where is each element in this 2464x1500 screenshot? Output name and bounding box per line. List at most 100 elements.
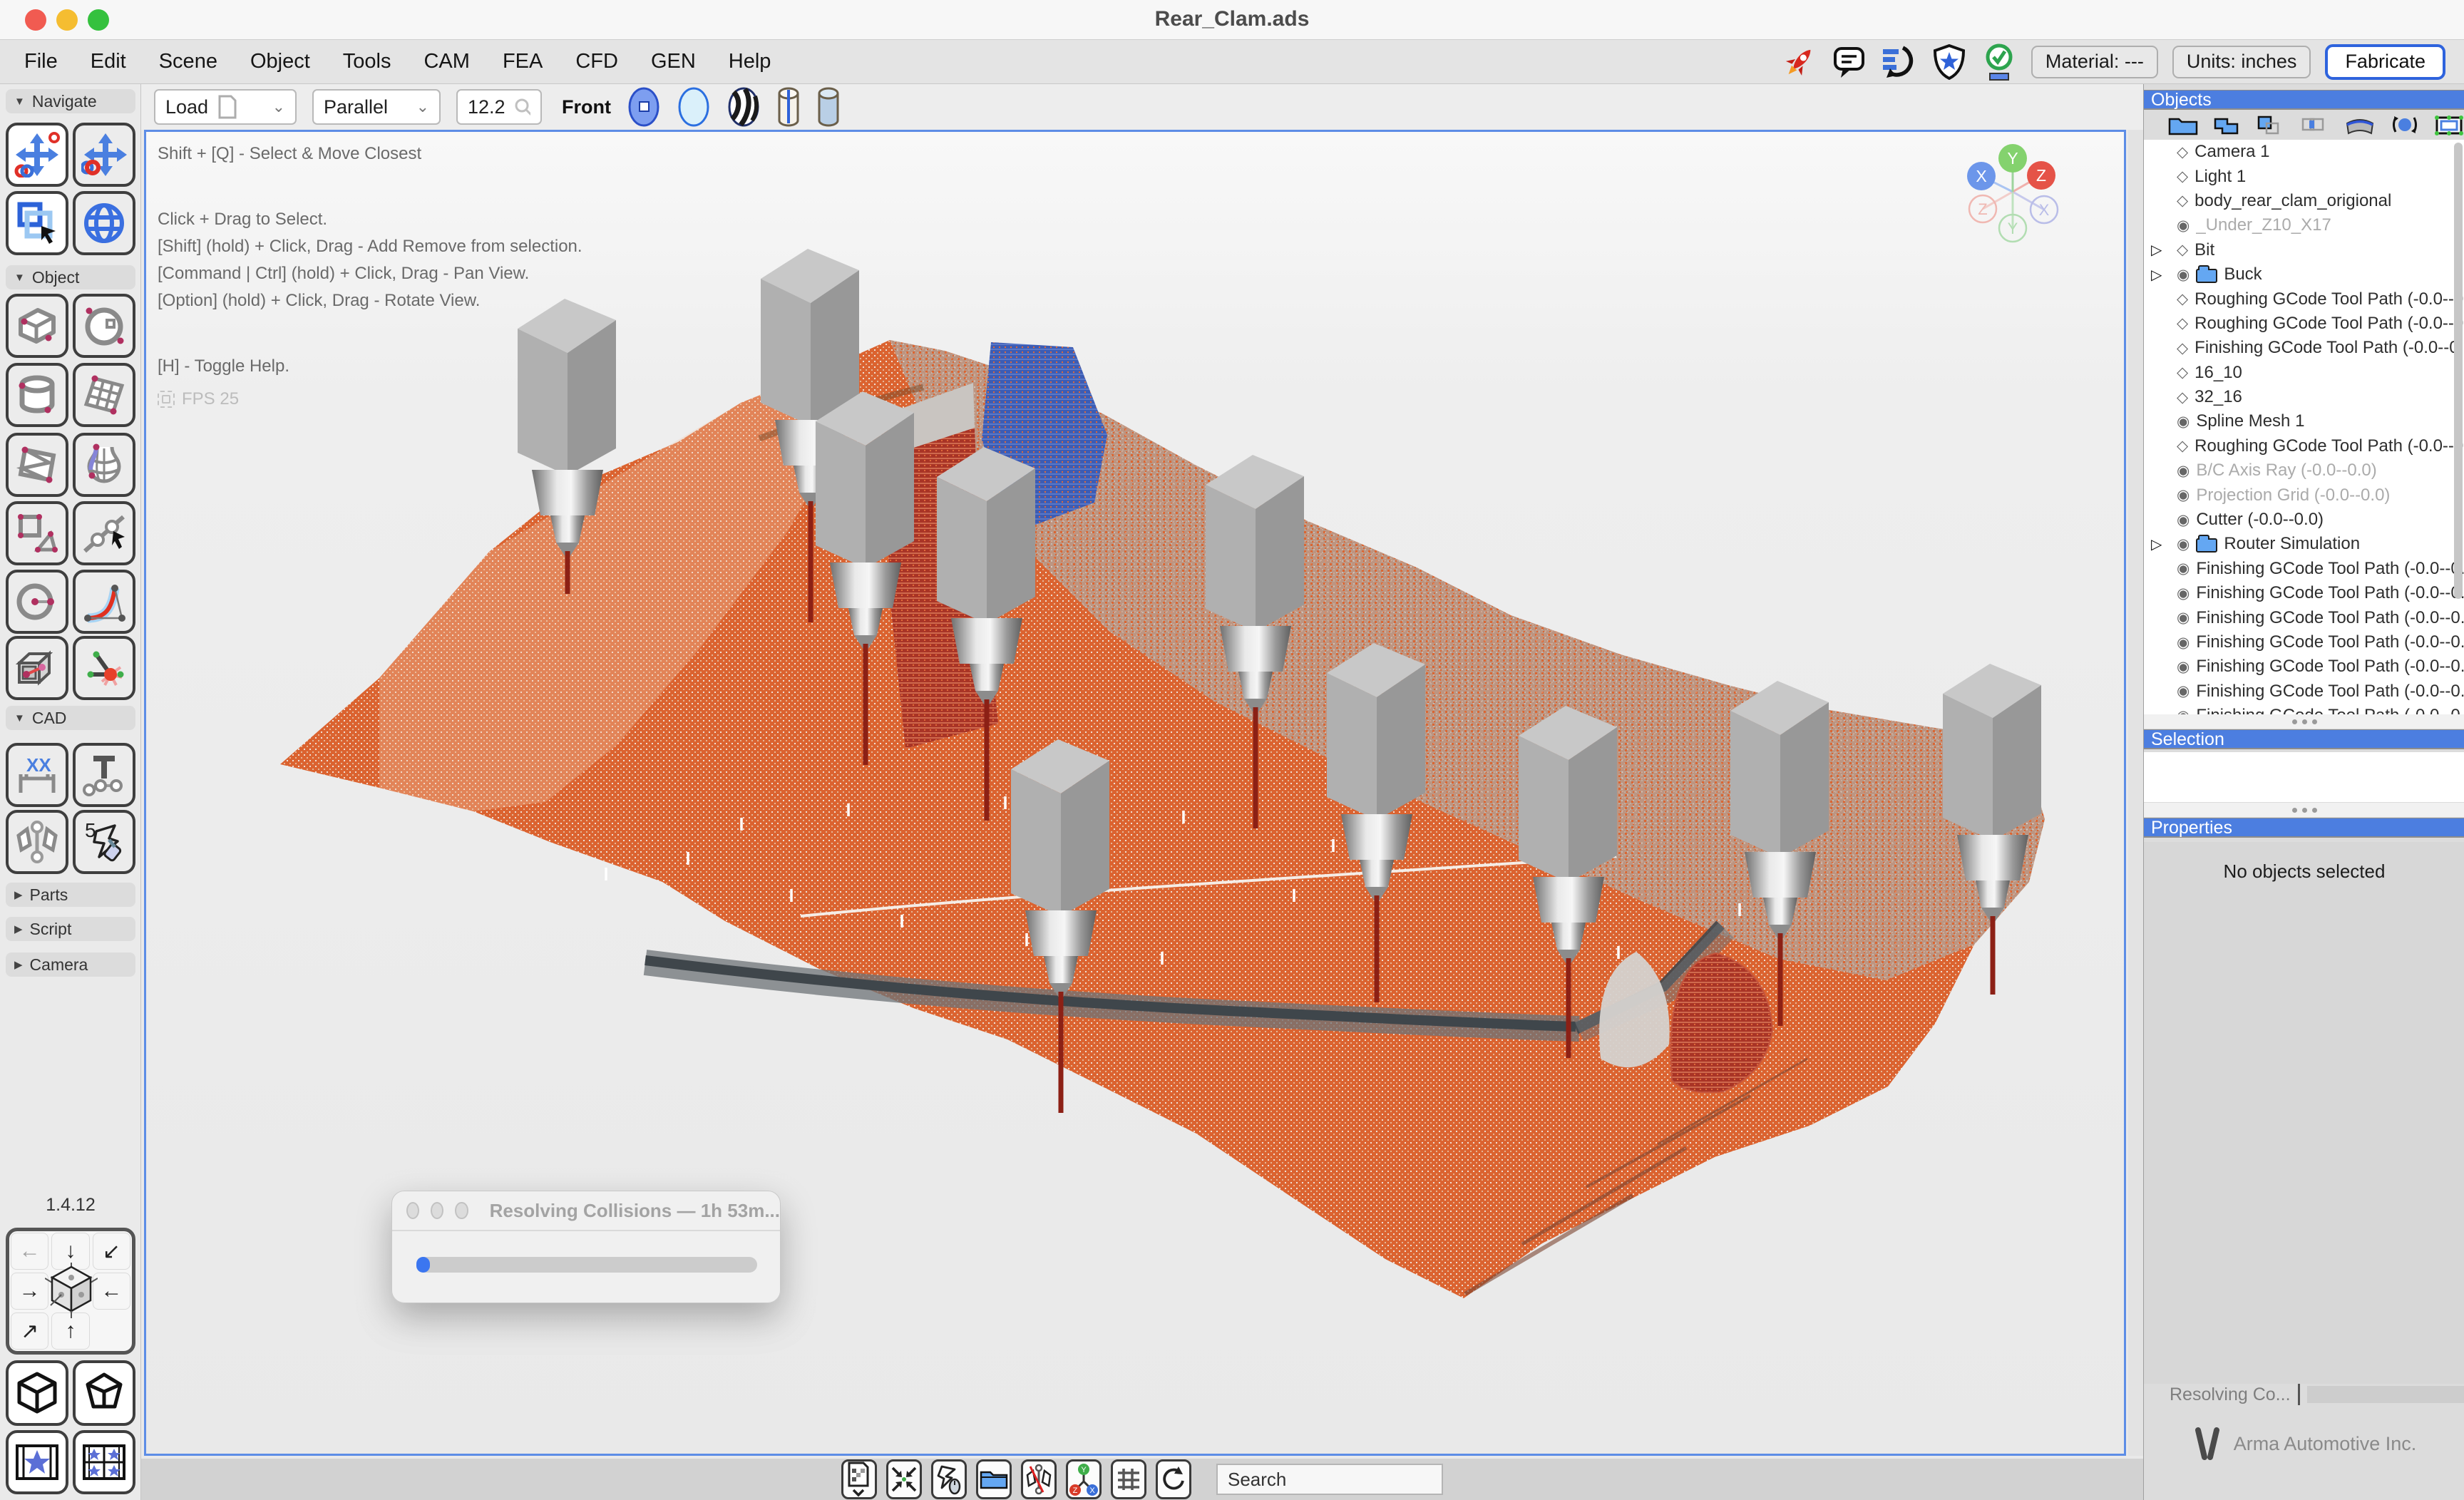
- create-sphere-tool[interactable]: [73, 294, 135, 358]
- view-upright-arrow[interactable]: ↗: [11, 1312, 48, 1350]
- menu-tools[interactable]: Tools: [343, 50, 391, 73]
- object-tree-item[interactable]: ◇Roughing GCode Tool Path (-0.0--0.0): [2144, 287, 2464, 311]
- menu-cfd[interactable]: CFD: [575, 50, 618, 73]
- single-view-button[interactable]: [6, 1430, 68, 1494]
- new-folder-icon[interactable]: [2168, 115, 2198, 136]
- disclosure-triangle-icon[interactable]: ▷: [2151, 241, 2162, 259]
- move-view-tool[interactable]: [6, 123, 68, 187]
- target-icon[interactable]: ◉: [2177, 585, 2190, 602]
- pane-grip[interactable]: [2144, 803, 2464, 817]
- view-cube-icon[interactable]: [45, 1261, 98, 1322]
- axes-toggle-button[interactable]: Y Z X: [1066, 1459, 1102, 1499]
- units-button[interactable]: Units: inches: [2172, 46, 2311, 78]
- target-icon[interactable]: ◉: [2177, 217, 2190, 235]
- search-input[interactable]: [1216, 1464, 1443, 1495]
- menu-gen[interactable]: GEN: [651, 50, 696, 73]
- menu-scene[interactable]: Scene: [159, 50, 217, 73]
- diamond-icon[interactable]: ◇: [2177, 143, 2188, 161]
- properties-panel-header[interactable]: Properties: [2144, 818, 2464, 838]
- progress-dialog[interactable]: Resolving Collisions — 1h 53m...: [391, 1191, 781, 1303]
- stock-cylinder-icon[interactable]: [816, 86, 841, 128]
- tool-axis-icon[interactable]: [776, 86, 801, 128]
- shield-star-icon[interactable]: [1931, 44, 1967, 80]
- object-tree-item[interactable]: ◇Finishing GCode Tool Path (-0.0--0.0): [2144, 336, 2464, 360]
- quad-view-button[interactable]: [73, 1430, 135, 1494]
- wireframe-view-icon[interactable]: [677, 86, 711, 128]
- view-cube-widget[interactable]: ← ↓ ↙ → ← ↗ ↑: [6, 1228, 135, 1355]
- diamond-icon[interactable]: ◇: [2177, 168, 2188, 185]
- material-button[interactable]: Material: ---: [2031, 46, 2158, 78]
- tree-scrollbar[interactable]: [2454, 143, 2463, 599]
- disclosure-triangle-icon[interactable]: ▷: [2151, 535, 2162, 553]
- object-tree-item[interactable]: ◉Finishing GCode Tool Path (-0.0--0.0) 1: [2144, 581, 2464, 605]
- view-left2-arrow[interactable]: ←: [93, 1273, 130, 1310]
- target-icon[interactable]: ◉: [2177, 658, 2190, 676]
- object-tree-item[interactable]: ◇Light 1: [2144, 164, 2464, 188]
- diamond-icon[interactable]: ◇: [2177, 314, 2188, 332]
- surface-icon[interactable]: [2344, 115, 2376, 136]
- object-tree-item[interactable]: ▷◇Bit: [2144, 238, 2464, 262]
- section-camera[interactable]: ▶ Camera: [6, 952, 135, 977]
- grid-toggle-button[interactable]: [1111, 1459, 1146, 1499]
- mirror-toggle-button[interactable]: [1021, 1459, 1057, 1499]
- diamond-icon[interactable]: ◇: [2177, 364, 2188, 381]
- create-box-tool[interactable]: [6, 294, 68, 358]
- object-tree-item[interactable]: ◉Finishing GCode Tool Path (-0.0--0.0) 0: [2144, 557, 2464, 581]
- diamond-icon[interactable]: ◇: [2177, 437, 2188, 455]
- menu-file[interactable]: File: [24, 50, 58, 73]
- object-tree-item[interactable]: ◉B/C Axis Ray (-0.0--0.0): [2144, 458, 2464, 483]
- dialog-close-button[interactable]: [406, 1202, 419, 1219]
- menu-edit[interactable]: Edit: [91, 50, 126, 73]
- open-folder-button[interactable]: [976, 1459, 1012, 1499]
- dialog-zoom-button[interactable]: [455, 1202, 468, 1219]
- dialog-minimize-button[interactable]: [431, 1202, 443, 1219]
- create-lathe-tool[interactable]: [73, 433, 135, 497]
- selection-panel-header[interactable]: Selection: [2144, 729, 2464, 749]
- object-tree-item[interactable]: ◇Roughing GCode Tool Path (-0.0--0.0): [2144, 434, 2464, 458]
- orbit-globe-tool[interactable]: [73, 191, 135, 255]
- create-cylinder-tool[interactable]: [6, 363, 68, 427]
- section-parts[interactable]: ▶ Parts: [6, 883, 135, 907]
- menu-object[interactable]: Object: [250, 50, 310, 73]
- object-tree-item[interactable]: ▷◉Buck: [2144, 262, 2464, 287]
- axis-gizmo[interactable]: Z X Y X Z Y: [1954, 135, 2090, 256]
- menu-cam[interactable]: CAM: [423, 50, 469, 73]
- object-tree-item[interactable]: ◉Projection Grid (-0.0--0.0): [2144, 483, 2464, 507]
- menu-fea[interactable]: FEA: [503, 50, 543, 73]
- object-tree-item[interactable]: ◉Finishing GCode Tool Path (-0.0--0.0) 4: [2144, 654, 2464, 679]
- tangent-tool[interactable]: [73, 743, 135, 807]
- zebra-view-icon[interactable]: [727, 86, 761, 128]
- view-left-arrow[interactable]: ←: [11, 1233, 48, 1270]
- object-tree-item[interactable]: ◉Spline Mesh 1: [2144, 409, 2464, 433]
- perspective-view-button[interactable]: [73, 1360, 135, 1426]
- target-icon[interactable]: ◉: [2177, 609, 2190, 627]
- object-tree-item[interactable]: ◇Roughing GCode Tool Path (-0.0--0.0): [2144, 312, 2464, 336]
- create-point-tool[interactable]: [73, 636, 135, 700]
- lasso-tool-button[interactable]: [931, 1459, 967, 1499]
- object-tree-item[interactable]: ◇16_10: [2144, 361, 2464, 385]
- target-icon[interactable]: ◉: [2177, 535, 2190, 553]
- diamond-icon[interactable]: ◇: [2177, 339, 2188, 357]
- dimension-tool[interactable]: XX: [6, 743, 68, 807]
- section-object[interactable]: ▼ Object: [6, 265, 135, 289]
- target-icon[interactable]: ◉: [2177, 462, 2190, 480]
- check-approved-icon[interactable]: [1981, 44, 2017, 80]
- projection-dropdown[interactable]: Parallel ⌄: [312, 89, 441, 125]
- comments-icon[interactable]: [1832, 44, 1867, 80]
- rocket-icon[interactable]: [1782, 44, 1817, 80]
- diamond-icon[interactable]: ◇: [2177, 241, 2188, 259]
- rect-select-tool[interactable]: [6, 191, 68, 255]
- view-downleft-arrow[interactable]: ↙: [93, 1233, 130, 1270]
- diamond-icon[interactable]: ◇: [2177, 192, 2188, 210]
- refresh-button[interactable]: [1156, 1459, 1191, 1499]
- create-mesh-plane-tool[interactable]: [6, 433, 68, 497]
- object-tree-item[interactable]: ▷◉Router Simulation: [2144, 532, 2464, 556]
- section-navigate[interactable]: ▼ Navigate: [6, 89, 135, 113]
- create-polygon-tool[interactable]: [6, 501, 68, 565]
- target-icon[interactable]: ◉: [2177, 511, 2190, 529]
- object-tree-item[interactable]: ◉Cutter (-0.0--0.0): [2144, 508, 2464, 532]
- export-render-button[interactable]: [841, 1459, 877, 1499]
- object-tree-item[interactable]: ◉Finishing GCode Tool Path (-0.0--0.0) 5: [2144, 679, 2464, 704]
- fabricate-button[interactable]: Fabricate: [2325, 44, 2445, 80]
- shaded-view-icon[interactable]: [627, 86, 661, 128]
